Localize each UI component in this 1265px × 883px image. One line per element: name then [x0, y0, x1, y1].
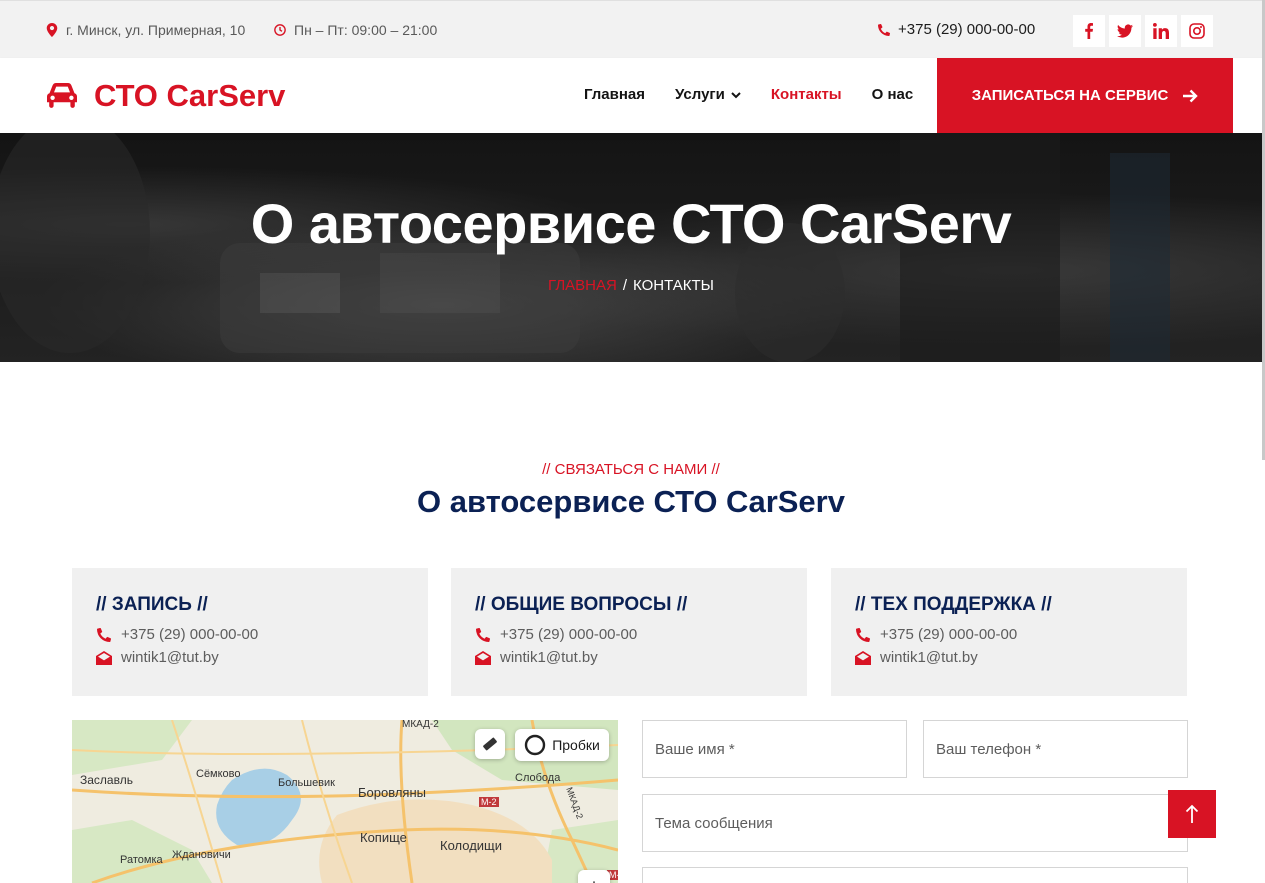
zoom-in-label: + [589, 876, 600, 883]
top-bar: г. Минск, ул. Примерная, 10 Пн – Пт: 09:… [0, 0, 1265, 58]
card-title: // ОБЩИЕ ВОПРОСЫ // [475, 594, 688, 615]
card-email-text: wintik1@tut.by [500, 649, 598, 666]
main-navbar: СТО CarServ Главная Услуги Контакты О на… [0, 58, 1265, 133]
twitter-icon[interactable] [1109, 15, 1141, 47]
phone-input[interactable] [923, 720, 1188, 778]
phone-icon [96, 627, 112, 642]
nav-item-label: О нас [871, 86, 914, 103]
nav-item-home[interactable]: Главная [584, 86, 645, 103]
facebook-icon[interactable] [1073, 15, 1105, 47]
section-subtitle: // СВЯЗАТЬСЯ С НАМИ // [542, 461, 720, 478]
envelope-open-icon [475, 650, 491, 665]
arrow-right-icon [1183, 89, 1199, 102]
map-label: Ратомка [120, 854, 163, 866]
linkedin-icon[interactable] [1145, 15, 1177, 47]
phone-text: +375 (29) 000-00-00 [898, 21, 1036, 38]
nav-item-about[interactable]: О нас [872, 86, 914, 103]
nav-item-label: Главная [584, 86, 646, 103]
nav-item-label: Контакты [770, 86, 842, 103]
back-to-top-button[interactable] [1168, 790, 1216, 838]
brand-logo[interactable]: СТО CarServ [46, 78, 285, 114]
card-phone-text: +375 (29) 000-00-00 [500, 626, 638, 643]
cta-label: ЗАПИСАТЬСЯ НА СЕРВИС [971, 87, 1169, 104]
hours-info: Пн – Пт: 09:00 – 21:00 [274, 22, 437, 38]
card-phone[interactable]: +375 (29) 000-00-00 [855, 626, 1163, 643]
card-email[interactable]: wintik1@tut.by [855, 649, 1163, 666]
contact-card-booking: // ЗАПИСЬ // +375 (29) 000-00-00 wintik1… [72, 568, 428, 696]
map-label: Слобода [515, 772, 561, 784]
envelope-open-icon [855, 650, 871, 665]
phone-icon [475, 627, 491, 642]
location-map[interactable]: МКАД-2 Заславль Сёмково Большевик Боровл… [72, 720, 618, 883]
brand-name: СТО CarServ [94, 78, 286, 113]
subject-input[interactable] [642, 794, 1188, 852]
book-service-button[interactable]: ЗАПИСАТЬСЯ НА СЕРВИС [937, 58, 1233, 133]
card-phone[interactable]: +375 (29) 000-00-00 [475, 626, 783, 643]
map-label: Колодищи [440, 838, 502, 853]
nav-menu: Главная Услуги Контакты О нас [584, 86, 913, 103]
traffic-button[interactable]: Пробки [515, 729, 609, 761]
ruler-icon [483, 737, 497, 751]
map-label: Заславль [80, 773, 133, 787]
breadcrumb-separator: / [622, 277, 628, 294]
map-label: Большевик [278, 777, 335, 789]
card-email-text: wintik1@tut.by [880, 649, 978, 666]
card-phone-text: +375 (29) 000-00-00 [880, 626, 1018, 643]
clock-icon [274, 24, 286, 36]
nav-item-label: Услуги [675, 86, 725, 103]
map-label: Ждановичи [172, 849, 231, 861]
card-email[interactable]: wintik1@tut.by [475, 649, 783, 666]
nav-item-contacts[interactable]: Контакты [771, 86, 842, 103]
map-label: МКАД-2 [402, 720, 439, 730]
name-input[interactable] [642, 720, 907, 778]
card-title: // ЗАПИСЬ // [96, 594, 208, 615]
contact-card-general: // ОБЩИЕ ВОПРОСЫ // +375 (29) 000-00-00 … [451, 568, 807, 696]
address-text: г. Минск, ул. Примерная, 10 [66, 22, 246, 38]
phone-icon [878, 23, 890, 36]
card-phone-text: +375 (29) 000-00-00 [121, 626, 259, 643]
card-title: // ТЕХ ПОДДЕРЖКА // [855, 594, 1052, 615]
card-email-text: wintik1@tut.by [121, 649, 219, 666]
hours-text: Пн – Пт: 09:00 – 21:00 [294, 22, 438, 38]
card-email[interactable]: wintik1@tut.by [96, 649, 404, 666]
social-links [1073, 15, 1213, 47]
contact-card-support: // ТЕХ ПОДДЕРЖКА // +375 (29) 000-00-00 … [831, 568, 1187, 696]
hero-banner: О автосервисе СТО CarServ ГЛАВНАЯ / КОНТАК… [0, 133, 1262, 362]
arrow-up-icon [1185, 804, 1199, 823]
ruler-button[interactable] [475, 729, 505, 759]
breadcrumb: ГЛАВНАЯ / КОНТАКТЫ [0, 277, 1262, 294]
traffic-icon [524, 734, 546, 756]
phone-icon [855, 627, 871, 642]
card-phone[interactable]: +375 (29) 000-00-00 [96, 626, 404, 643]
traffic-label: Пробки [552, 737, 600, 753]
car-icon [46, 83, 78, 108]
breadcrumb-current: КОНТАКТЫ [633, 277, 714, 294]
map-label: Сёмково [196, 768, 241, 780]
breadcrumb-home-link[interactable]: ГЛАВНАЯ [548, 277, 617, 294]
zoom-in-button[interactable]: + [578, 870, 610, 883]
instagram-icon[interactable] [1181, 15, 1213, 47]
map-marker-icon [46, 23, 58, 37]
section-title: О автосервисе СТО CarServ [417, 484, 845, 519]
topbar-phone[interactable]: +375 (29) 000-00-00 [878, 21, 1035, 38]
envelope-open-icon [96, 650, 112, 665]
chevron-down-icon [731, 91, 741, 98]
hero-title: О автосервисе СТО CarServ [250, 192, 1012, 255]
message-textarea[interactable] [642, 867, 1188, 883]
map-label: М-2 [479, 797, 499, 807]
address-info: г. Минск, ул. Примерная, 10 [46, 22, 245, 38]
map-label: Копище [360, 830, 407, 845]
map-label: Боровляны [358, 785, 426, 800]
nav-item-services[interactable]: Услуги [675, 86, 741, 103]
